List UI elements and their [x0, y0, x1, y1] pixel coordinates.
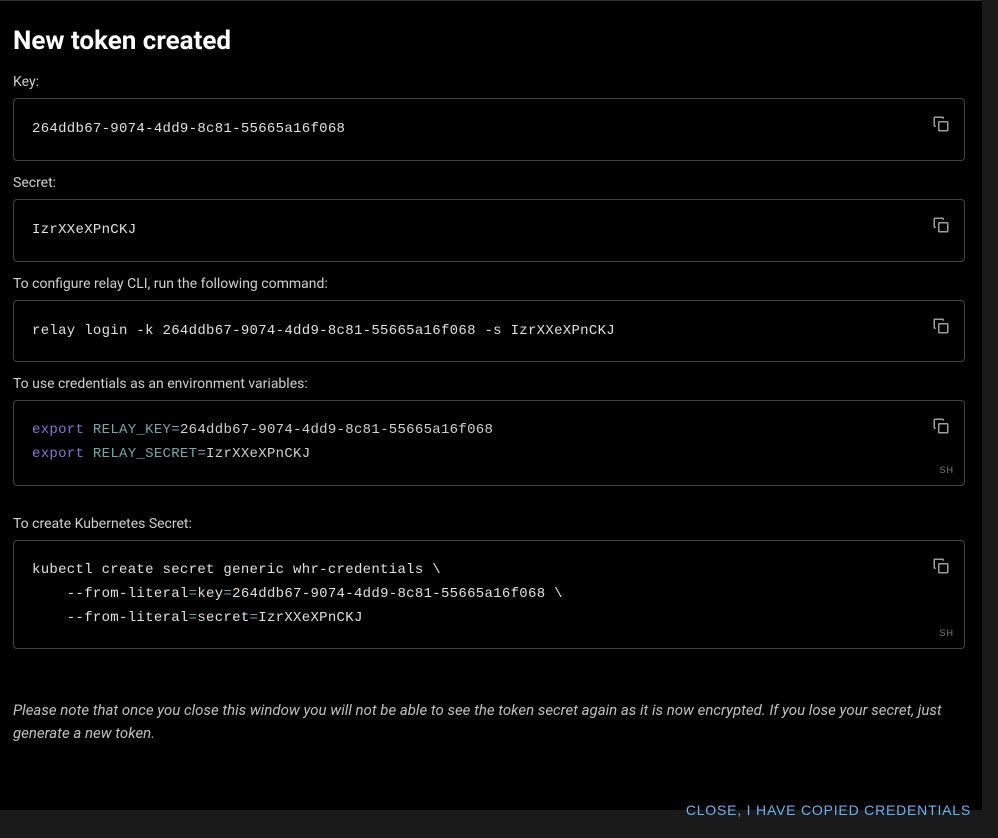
equals-sign: =: [171, 422, 180, 438]
k8s-code-block: kubectl create secret generic whr-creden…: [13, 540, 965, 649]
copy-key-button[interactable]: [928, 111, 954, 140]
k8s-label: To create Kubernetes Secret:: [13, 516, 982, 532]
k8s-line-2: --from-literal=key=264ddb67-9074-4dd9-8c…: [32, 583, 916, 607]
env-line-1: export RELAY_KEY=264ddb67-9074-4dd9-8c81…: [32, 419, 916, 443]
cli-command: relay login -k 264ddb67-9074-4dd9-8c81-5…: [32, 323, 615, 339]
copy-icon: [932, 115, 950, 133]
key-code-block: 264ddb67-9074-4dd9-8c81-55665a16f068: [13, 98, 965, 161]
key-label: Key:: [13, 74, 982, 90]
lang-badge-sh: SH: [939, 465, 954, 475]
k8s-l3-val: IzrXXeXPnCKJ: [258, 610, 362, 626]
env-secret-var: RELAY_SECRET: [93, 446, 197, 462]
copy-cli-button[interactable]: [928, 313, 954, 342]
export-keyword: export: [32, 422, 84, 438]
k8s-l3-prefix: --from-literal: [32, 610, 189, 626]
copy-icon: [932, 417, 950, 435]
cli-code-block: relay login -k 264ddb67-9074-4dd9-8c81-5…: [13, 300, 965, 363]
copy-k8s-button[interactable]: [928, 553, 954, 582]
env-key-val: 264ddb67-9074-4dd9-8c81-55665a16f068: [180, 422, 493, 438]
k8s-line-3: --from-literal=secret=IzrXXeXPnCKJ: [32, 607, 916, 631]
secret-label: Secret:: [13, 175, 982, 191]
equals-sign: =: [197, 446, 206, 462]
secret-value: IzrXXeXPnCKJ: [32, 222, 136, 238]
env-secret-val: IzrXXeXPnCKJ: [206, 446, 310, 462]
secret-code-block: IzrXXeXPnCKJ: [13, 199, 965, 262]
copy-icon: [932, 317, 950, 335]
export-keyword: export: [32, 446, 84, 462]
copy-icon: [932, 216, 950, 234]
copy-icon: [932, 557, 950, 575]
modal-content: New token created Key: 264ddb67-9074-4dd…: [13, 14, 982, 838]
k8s-l2-val: 264ddb67-9074-4dd9-8c81-55665a16f068 \: [232, 586, 563, 602]
equals-sign: =: [223, 586, 232, 602]
key-value: 264ddb67-9074-4dd9-8c81-55665a16f068: [32, 121, 345, 137]
env-label: To use credentials as an environment var…: [13, 376, 982, 392]
k8s-l3-key: secret: [197, 610, 249, 626]
env-code-block: export RELAY_KEY=264ddb67-9074-4dd9-8c81…: [13, 400, 965, 486]
equals-sign: =: [250, 610, 259, 626]
modal-title: New token created: [13, 26, 982, 56]
k8s-line-1: kubectl create secret generic whr-creden…: [32, 559, 916, 583]
env-line-2: export RELAY_SECRET=IzrXXeXPnCKJ: [32, 443, 916, 467]
k8s-l2-prefix: --from-literal: [32, 586, 189, 602]
cli-label: To configure relay CLI, run the followin…: [13, 276, 982, 292]
new-token-modal: New token created Key: 264ddb67-9074-4dd…: [0, 0, 982, 810]
encryption-note: Please note that once you close this win…: [13, 699, 965, 744]
lang-badge-sh: SH: [939, 628, 954, 638]
copy-env-button[interactable]: [928, 413, 954, 442]
env-key-var: RELAY_KEY: [93, 422, 171, 438]
copy-secret-button[interactable]: [928, 212, 954, 241]
k8s-l2-key: key: [197, 586, 223, 602]
